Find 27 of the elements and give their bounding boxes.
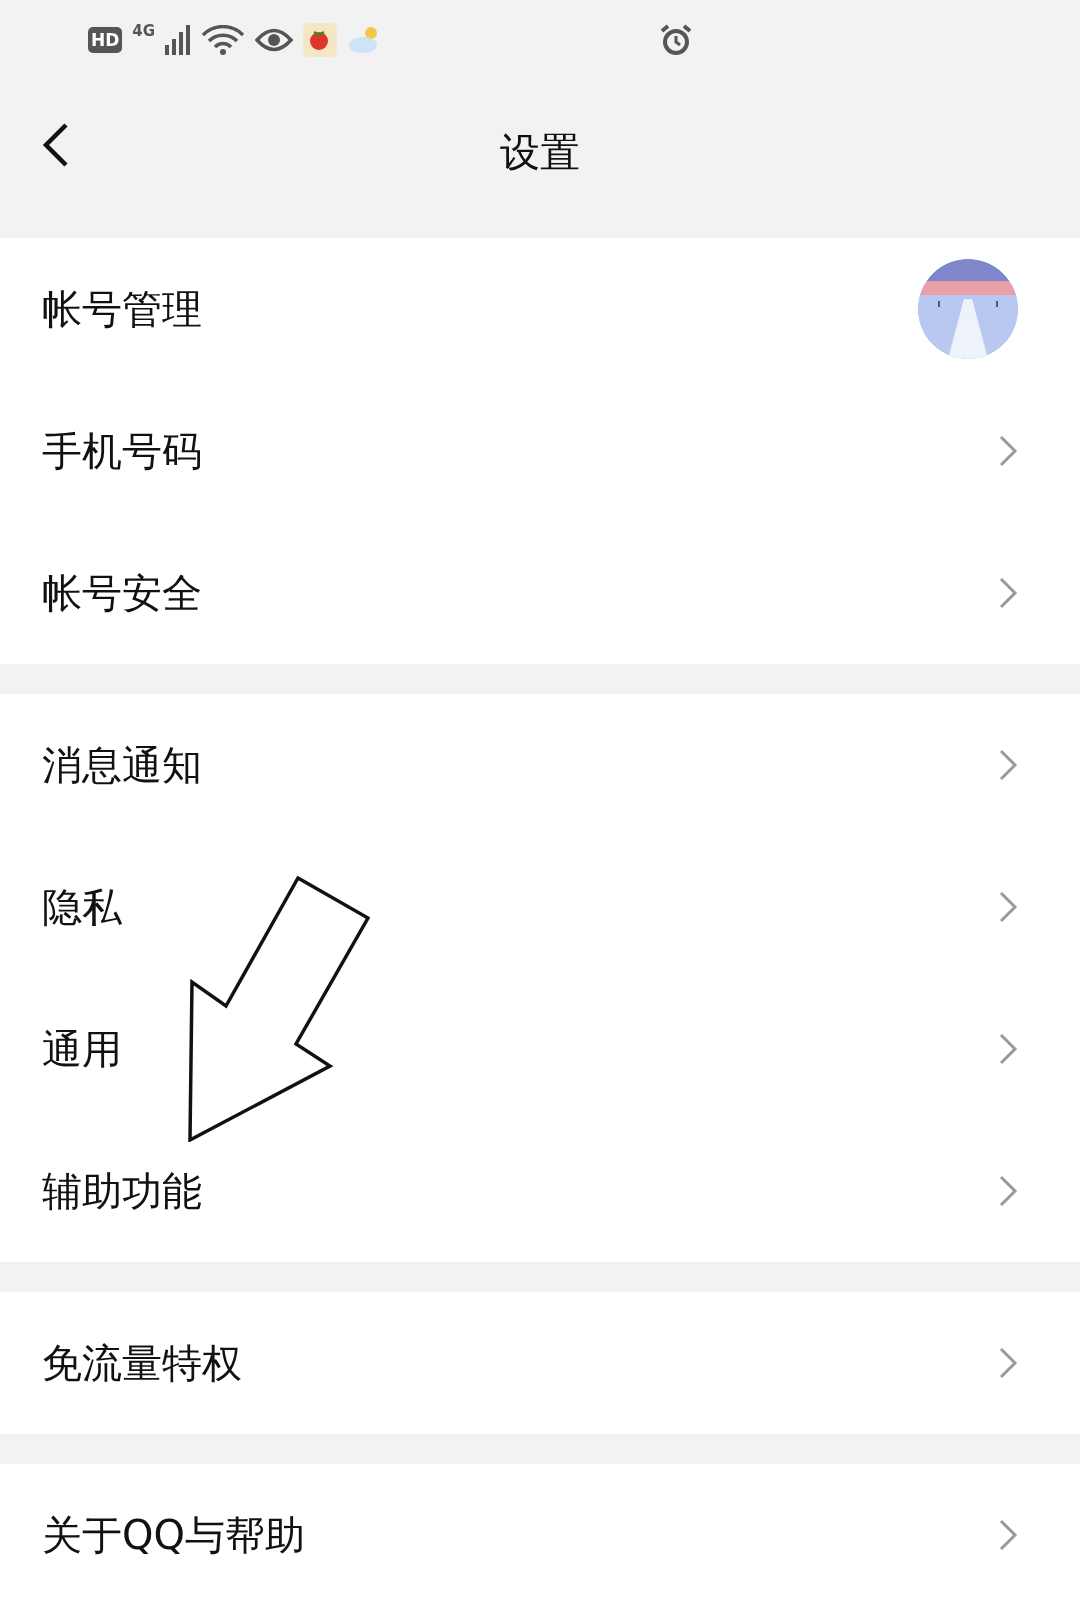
row-label: 隐私 xyxy=(42,883,122,932)
chevron-right-icon xyxy=(998,434,1018,468)
chevron-right-icon xyxy=(998,890,1018,924)
chevron-right-icon xyxy=(998,576,1018,610)
eye-icon xyxy=(255,27,294,53)
chevron-right-icon xyxy=(998,748,1018,782)
row-label: 帐号管理 xyxy=(42,285,202,334)
page-title: 设置 xyxy=(500,128,580,177)
wifi-icon xyxy=(201,25,246,55)
alarm-icon xyxy=(659,23,694,57)
network-type: 4G xyxy=(132,21,156,42)
chevron-right-icon xyxy=(998,1174,1018,1208)
row-label: 关于QQ与帮助 xyxy=(42,1511,305,1560)
hd-badge: HD xyxy=(88,27,123,53)
chevron-right-icon xyxy=(998,1346,1018,1380)
chevron-right-icon xyxy=(998,1518,1018,1552)
tomato-icon xyxy=(303,23,338,57)
row-label: 手机号码 xyxy=(42,427,202,476)
row-label: 通用 xyxy=(42,1025,122,1074)
signal-icon xyxy=(165,25,192,55)
row-label: 辅助功能 xyxy=(42,1167,202,1216)
row-label: 帐号安全 xyxy=(42,569,202,618)
row-label: 免流量特权 xyxy=(42,1339,242,1388)
back-button[interactable] xyxy=(40,122,70,168)
row-label: 消息通知 xyxy=(42,741,202,790)
chevron-right-icon xyxy=(998,1032,1018,1066)
back-icon xyxy=(40,122,70,168)
